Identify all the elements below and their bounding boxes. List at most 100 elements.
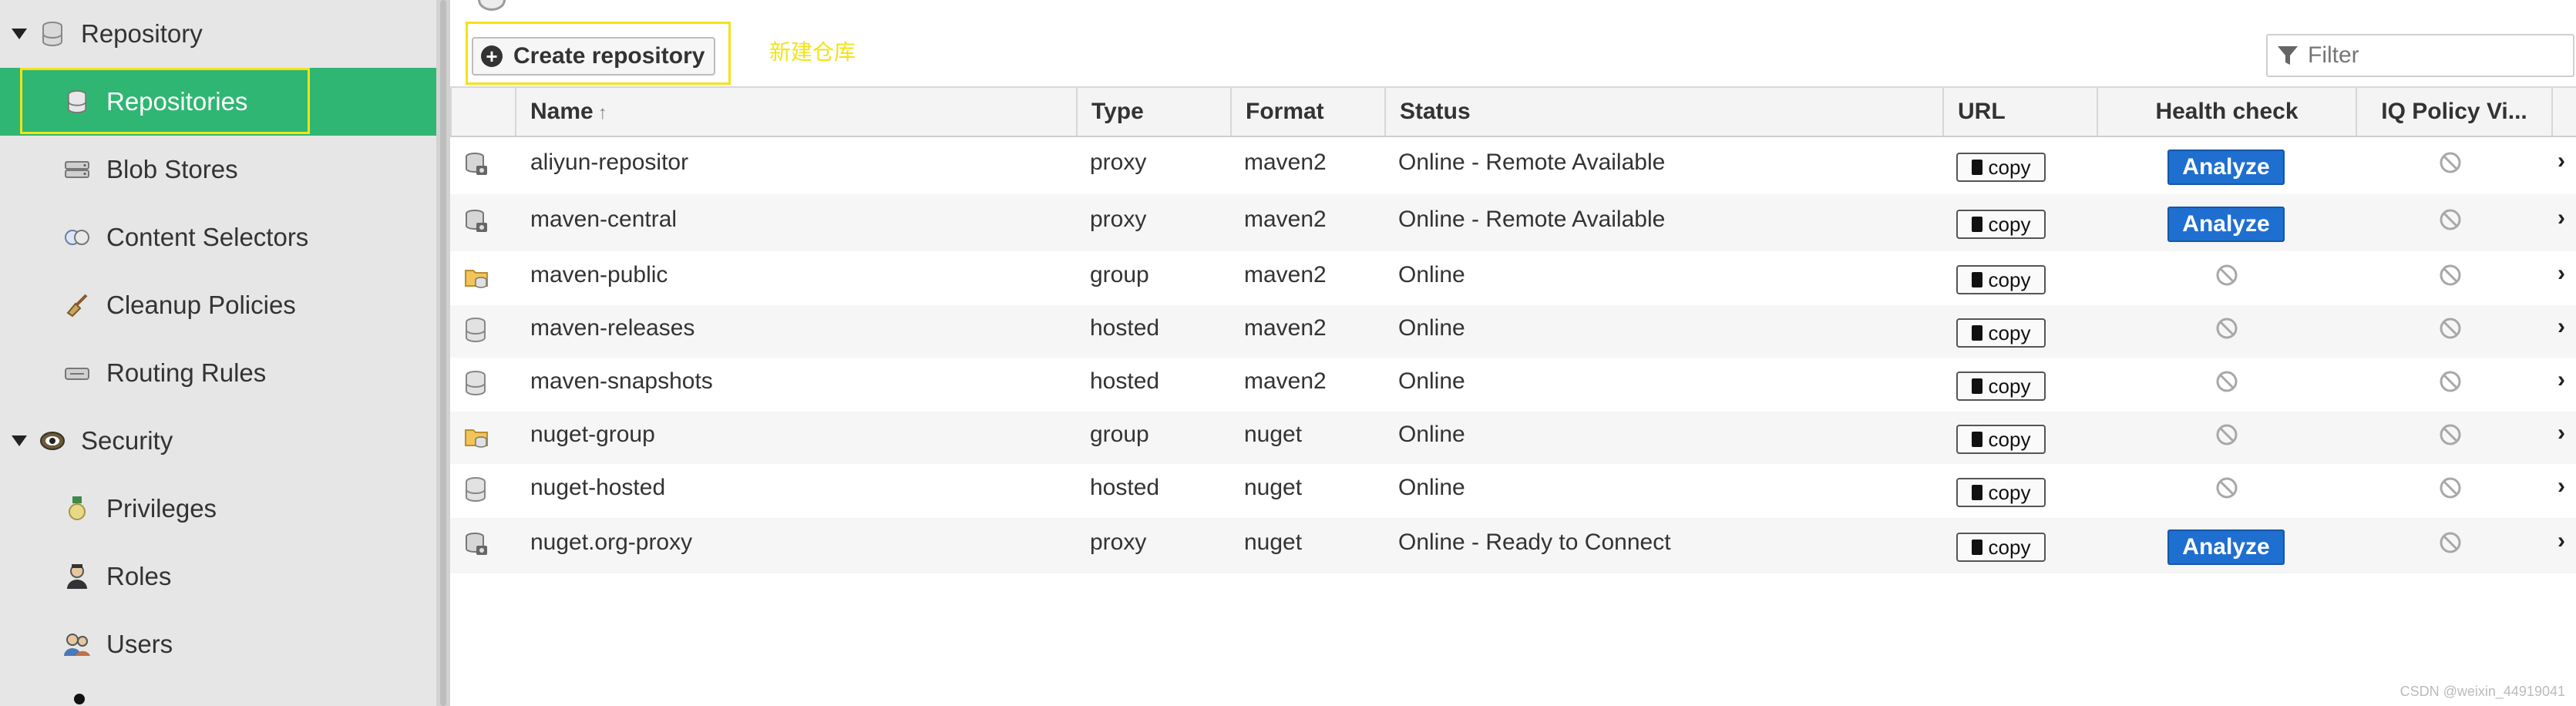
column-header-iq-policy[interactable]: IQ Policy Vi...	[2356, 88, 2551, 136]
column-header-type[interactable]: Type	[1076, 88, 1230, 136]
copy-url-button[interactable]: copy	[1956, 425, 2046, 454]
cell-status: Online - Ready to Connect	[1398, 530, 1671, 555]
caret-down-icon[interactable]	[12, 435, 27, 446]
nav-group-repository[interactable]: Repository	[0, 0, 436, 68]
sidebar-item-roles[interactable]: Roles	[0, 543, 436, 610]
cell-type: proxy	[1090, 530, 1147, 555]
copy-url-button[interactable]: copy	[1956, 153, 2046, 182]
clipboard-icon	[1971, 432, 1982, 447]
copy-url-button[interactable]: copy	[1956, 371, 2046, 401]
analyze-label: Analyze	[2182, 211, 2270, 237]
cell-type: hosted	[1090, 315, 1160, 341]
not-available-icon	[2215, 423, 2238, 446]
sidebar-item-privileges[interactable]: Privileges	[0, 475, 436, 543]
table-row[interactable]: aliyun-repositor proxy maven2 Online - Remo…	[450, 137, 2576, 194]
table-row[interactable]: nuget-hosted hosted nuget Online copy ›	[450, 464, 2576, 518]
selector-icon	[63, 224, 91, 251]
sidebar-item-users[interactable]: Users	[0, 610, 436, 678]
copy-label: copy	[1988, 321, 2031, 345]
not-available-icon	[2215, 370, 2238, 393]
chevron-right-icon[interactable]: ›	[2558, 528, 2565, 554]
sidebar: Repository Repositories Blob Stores Cont…	[0, 0, 436, 706]
analyze-button[interactable]: Analyze	[2167, 150, 2285, 185]
chevron-right-icon[interactable]: ›	[2558, 148, 2565, 174]
group-repository-icon	[464, 424, 489, 449]
chevron-right-icon[interactable]: ›	[2558, 367, 2565, 393]
sidebar-item-label: Blob Stores	[106, 155, 238, 183]
chevron-right-icon[interactable]: ›	[2558, 205, 2565, 231]
nav-group-label: Security	[81, 426, 173, 455]
table-row[interactable]: maven-central proxy maven2 Online - Remote …	[450, 194, 2576, 251]
cell-name: nuget-hosted	[530, 475, 666, 500]
chevron-right-icon[interactable]: ›	[2558, 314, 2565, 340]
sidebar-item-routing-rules[interactable]: Routing Rules	[0, 339, 436, 407]
not-available-icon	[2439, 531, 2462, 554]
copy-url-button[interactable]: copy	[1956, 533, 2046, 562]
cell-name: nuget-group	[530, 422, 655, 447]
column-label: Type	[1091, 99, 1144, 124]
copy-url-button[interactable]: copy	[1956, 478, 2046, 507]
analyze-button[interactable]: Analyze	[2167, 207, 2285, 242]
cell-type: group	[1090, 262, 1149, 287]
column-header-status[interactable]: Status	[1384, 88, 1942, 136]
caret-down-icon[interactable]	[12, 29, 27, 39]
cell-format: maven2	[1244, 262, 1327, 287]
cell-type: proxy	[1090, 150, 1147, 175]
cell-status: Online	[1398, 262, 1465, 287]
column-header-health-check[interactable]: Health check	[2097, 88, 2356, 136]
cell-name: maven-central	[530, 207, 678, 232]
copy-label: copy	[1988, 212, 2031, 236]
not-available-icon	[2439, 317, 2462, 340]
column-label: Status	[1400, 99, 1471, 124]
create-repository-button[interactable]: + Create repository	[472, 37, 715, 76]
database-icon	[39, 21, 66, 47]
sidebar-item-content-selectors[interactable]: Content Selectors	[0, 203, 436, 271]
cell-status: Online	[1398, 475, 1465, 500]
column-header-format[interactable]: Format	[1230, 88, 1384, 136]
copy-label: copy	[1988, 374, 2031, 398]
not-available-icon	[2215, 317, 2238, 340]
server-icon	[63, 156, 91, 183]
chevron-right-icon[interactable]: ›	[2558, 261, 2565, 287]
analyze-button[interactable]: Analyze	[2167, 530, 2285, 565]
copy-label: copy	[1988, 427, 2031, 451]
table-row[interactable]: nuget.org-proxy proxy nuget Online - Ready …	[450, 518, 2576, 573]
router-icon	[63, 359, 91, 387]
clipboard-icon	[1971, 540, 1982, 555]
copy-url-button[interactable]: copy	[1956, 318, 2046, 348]
cell-format: nuget	[1244, 422, 1303, 447]
column-header-icon[interactable]	[450, 88, 515, 136]
hosted-repository-icon	[464, 477, 489, 502]
nav-group-label: Repository	[81, 19, 203, 48]
sidebar-item-cleanup-policies[interactable]: Cleanup Policies	[0, 271, 436, 339]
users-icon	[63, 630, 91, 658]
cell-type: hosted	[1090, 475, 1160, 500]
table-row[interactable]: maven-public group maven2 Online copy ›	[450, 251, 2576, 305]
sidebar-item-label: Content Selectors	[106, 223, 309, 251]
splitter-grip[interactable]	[440, 0, 446, 706]
filter-field[interactable]	[2266, 34, 2574, 77]
copy-url-button[interactable]: copy	[1956, 210, 2046, 239]
copy-url-button[interactable]: copy	[1956, 265, 2046, 294]
nav-group-security[interactable]: Security	[0, 407, 436, 475]
cell-status: Online	[1398, 368, 1465, 394]
annotation-text: 新建仓库	[769, 39, 856, 65]
table-row[interactable]: maven-releases hosted maven2 Online copy ›	[450, 305, 2576, 358]
table-row[interactable]: nuget-group group nuget Online copy ›	[450, 412, 2576, 464]
chevron-right-icon[interactable]: ›	[2558, 420, 2565, 446]
filter-input[interactable]	[2306, 42, 2564, 69]
chevron-right-icon[interactable]: ›	[2558, 473, 2565, 499]
not-available-icon	[2439, 476, 2462, 499]
cell-status: Online - Remote Available	[1398, 207, 1666, 232]
sidebar-item-label: Roles	[106, 562, 172, 590]
copy-label: copy	[1988, 535, 2031, 559]
cell-format: maven2	[1244, 368, 1327, 394]
sidebar-splitter[interactable]	[436, 0, 450, 706]
column-header-url[interactable]: URL	[1942, 88, 2097, 136]
medal-icon	[63, 495, 91, 523]
sidebar-item-repositories[interactable]: Repositories	[0, 68, 436, 136]
table-row[interactable]: maven-snapshots hosted maven2 Online copy ›	[450, 358, 2576, 412]
sidebar-item-blob-stores[interactable]: Blob Stores	[0, 136, 436, 203]
clipboard-icon	[1971, 485, 1982, 500]
column-header-name[interactable]: Name ↑	[515, 88, 1076, 136]
